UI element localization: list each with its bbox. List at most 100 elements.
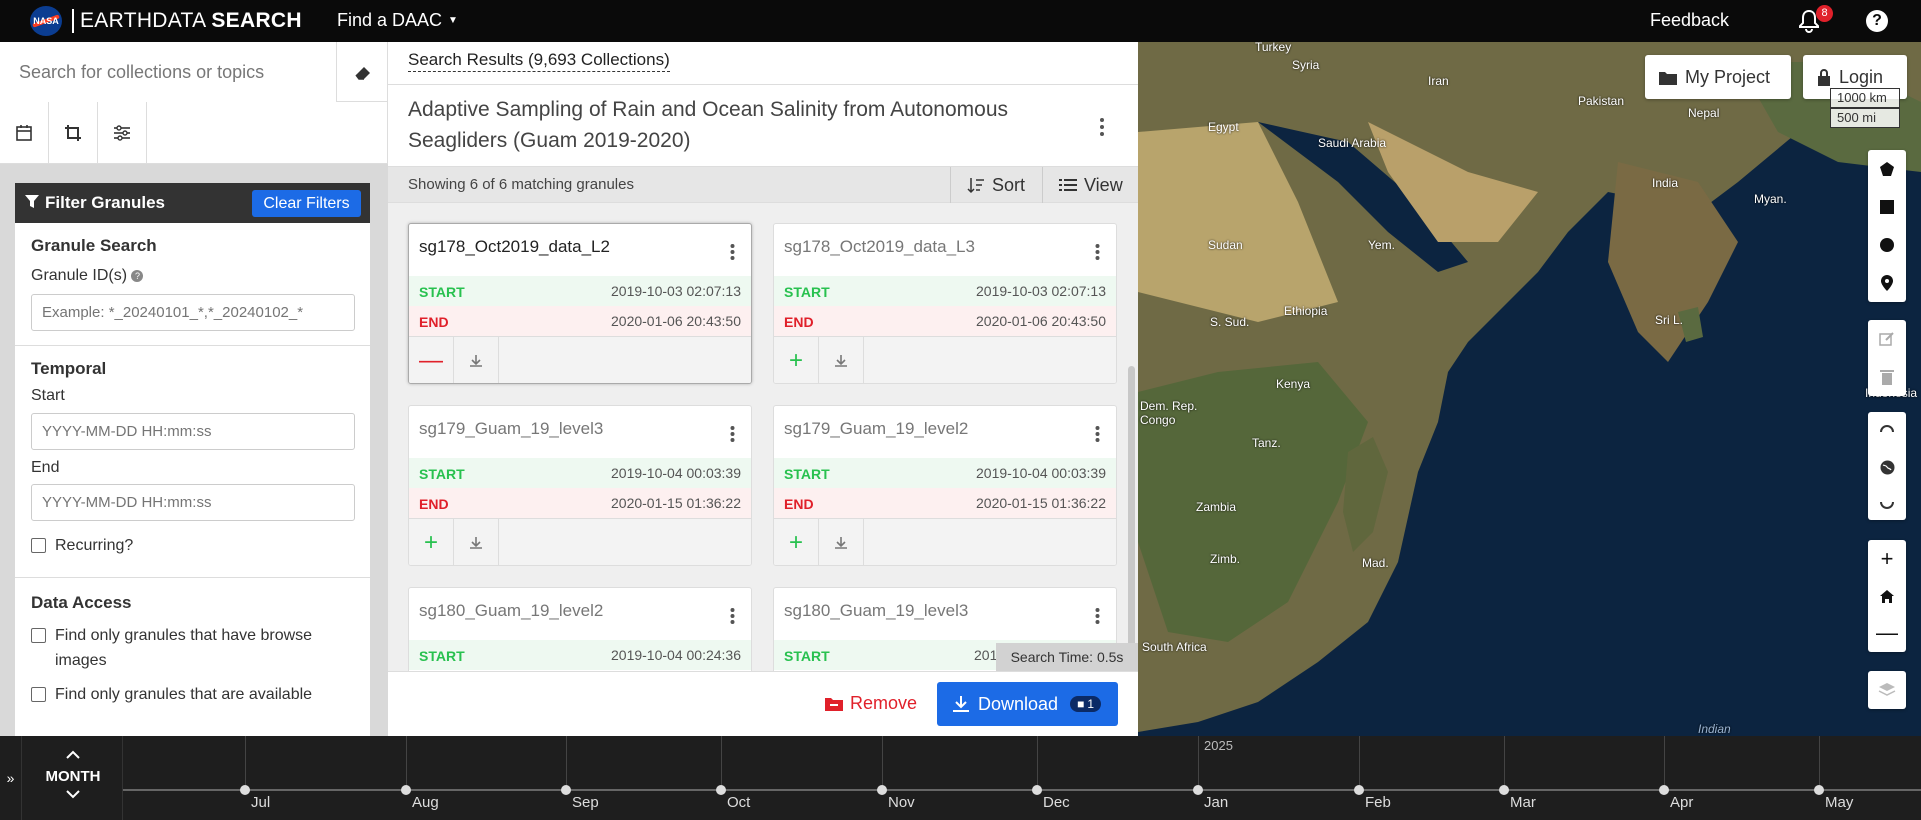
- add-granule-button[interactable]: +: [409, 519, 454, 565]
- timeline-month-label: Apr: [1670, 794, 1694, 811]
- home-button[interactable]: [1868, 577, 1906, 615]
- add-granule-button[interactable]: +: [774, 519, 819, 565]
- divider: [388, 84, 1138, 85]
- remove-collection-button[interactable]: Remove: [825, 693, 917, 714]
- timeline-tick: [1819, 736, 1820, 789]
- download-granule-button[interactable]: [819, 337, 864, 383]
- circle-tool[interactable]: [1868, 226, 1906, 264]
- eraser-icon[interactable]: [353, 62, 373, 82]
- more-options-icon[interactable]: [730, 607, 735, 625]
- timeline-month-label: Jul: [251, 794, 271, 811]
- timeline-month-label: Dec: [1043, 794, 1070, 811]
- granule-card[interactable]: sg179_Guam_19_level3 START 2019-10-04 00:…: [408, 405, 752, 566]
- collection-search-input[interactable]: [0, 42, 337, 102]
- folder-icon: [1659, 71, 1677, 85]
- start-time: 201: [974, 647, 998, 663]
- map-label: Syria: [1292, 58, 1320, 72]
- geographic-projection[interactable]: [1868, 448, 1906, 486]
- globe-south-icon: [1880, 501, 1894, 509]
- polygon-icon: [1880, 162, 1894, 176]
- start-time: 2019-10-03 02:07:13: [611, 283, 741, 299]
- chevron-down-icon[interactable]: [65, 789, 81, 799]
- granule-card[interactable]: sg178_Oct2019_data_L3 START 2019-10-03 02…: [773, 223, 1117, 384]
- download-granule-button[interactable]: [454, 337, 499, 383]
- folder-minus-icon: [825, 698, 843, 711]
- timeline-track[interactable]: 2025 Jul Aug Sep Oct Nov Dec Jan Feb Mar…: [123, 736, 1921, 820]
- more-options-icon[interactable]: [1095, 243, 1100, 261]
- globe-icon: [1880, 460, 1894, 474]
- end-row: END 2020-01-06 20:43:50: [409, 306, 751, 336]
- granule-card[interactable]: sg180_Guam_19_level2 START 2019-10-04 00:…: [408, 587, 752, 671]
- download-granule-button[interactable]: [454, 519, 499, 565]
- app-title[interactable]: EARTHDATA SEARCH: [80, 9, 302, 33]
- start-row: START 2019-10-04 00:03:39: [409, 458, 751, 488]
- sliders-icon: [114, 124, 130, 141]
- info-icon[interactable]: ?: [131, 269, 144, 282]
- collapse-timeline-button[interactable]: »: [0, 736, 22, 820]
- layers-button[interactable]: [1868, 671, 1906, 709]
- projection-tools: [1868, 412, 1906, 520]
- divider: [15, 577, 370, 578]
- recurring-label: Recurring?: [55, 537, 134, 554]
- clear-filters-button[interactable]: Clear Filters: [252, 190, 361, 217]
- find-daac-menu[interactable]: Find a DAAC ▼: [337, 10, 458, 31]
- view-button[interactable]: View: [1042, 167, 1138, 203]
- download-button[interactable]: Download ■ 1: [937, 682, 1118, 726]
- search-results-link[interactable]: Search Results (9,693 Collections): [408, 50, 670, 72]
- plus-icon: +: [423, 529, 438, 556]
- point-tool[interactable]: [1868, 264, 1906, 302]
- zoom-in-button[interactable]: +: [1868, 540, 1906, 578]
- project-count-badge: ■ 1: [1070, 696, 1101, 712]
- nasa-logo[interactable]: NASA: [30, 6, 62, 36]
- map-label: Tanz.: [1252, 436, 1281, 450]
- timeline-dot: [1354, 785, 1364, 795]
- sort-button[interactable]: Sort: [950, 167, 1042, 203]
- more-options-icon[interactable]: [1095, 425, 1100, 443]
- granule-count-text: Showing 6 of 6 matching granules: [408, 176, 634, 193]
- download-icon: [835, 355, 847, 367]
- more-options-icon[interactable]: [730, 425, 735, 443]
- remove-granule-button[interactable]: —: [409, 337, 454, 383]
- more-options-icon[interactable]: [1099, 117, 1105, 137]
- download-granule-button[interactable]: [819, 519, 864, 565]
- edit-shape-tool[interactable]: [1868, 320, 1906, 358]
- my-project-button[interactable]: My Project: [1645, 55, 1791, 99]
- more-options-icon[interactable]: [730, 243, 735, 261]
- delete-shape-tool[interactable]: [1868, 358, 1906, 396]
- timeline-tick: [882, 736, 883, 789]
- granule-card[interactable]: sg179_Guam_19_level2 START 2019-10-04 00:…: [773, 405, 1117, 566]
- map-label: Turkey: [1255, 42, 1292, 54]
- advanced-filters-button[interactable]: [98, 102, 147, 163]
- granule-name: sg180_Guam_19_level2: [419, 601, 604, 620]
- results-footer: Remove Download ■ 1: [388, 671, 1138, 736]
- granule-ids-input[interactable]: [31, 294, 355, 331]
- folder-icon: ■: [1077, 697, 1085, 711]
- granule-card[interactable]: sg178_Oct2019_data_L2 START 2019-10-03 02…: [408, 223, 752, 384]
- north-polar-projection[interactable]: [1868, 412, 1906, 450]
- granule-list-scrollbar[interactable]: [1128, 366, 1135, 671]
- collection-search-bar: [0, 42, 388, 102]
- timeline: » MONTH 2025 Jul Aug Sep Oct Nov Dec Jan: [0, 736, 1921, 820]
- temporal-filter-button[interactable]: [0, 102, 49, 163]
- browse-images-checkbox[interactable]: [31, 628, 46, 643]
- timeline-month-label: Jan: [1204, 794, 1229, 811]
- add-granule-button[interactable]: +: [774, 337, 819, 383]
- granule-actions: +: [774, 336, 1116, 383]
- feedback-link[interactable]: Feedback: [1650, 10, 1729, 31]
- start-date-input[interactable]: [31, 413, 355, 450]
- polygon-tool[interactable]: [1868, 150, 1906, 188]
- south-polar-projection[interactable]: [1868, 484, 1906, 522]
- more-options-icon[interactable]: [1095, 607, 1100, 625]
- globe-north-icon: [1880, 425, 1894, 433]
- zoom-out-button[interactable]: —: [1868, 614, 1906, 652]
- help-icon[interactable]: ?: [1866, 10, 1888, 32]
- spatial-filter-button[interactable]: [49, 102, 98, 163]
- online-access-checkbox[interactable]: [31, 687, 46, 702]
- chevron-up-icon[interactable]: [65, 750, 81, 760]
- map-label: India: [1652, 176, 1679, 190]
- end-date-input[interactable]: [31, 484, 355, 521]
- double-chevron-down-icon: »: [6, 770, 15, 786]
- rectangle-tool[interactable]: [1868, 188, 1906, 226]
- recurring-checkbox[interactable]: [31, 538, 46, 553]
- map-view[interactable]: Turkey Syria Iran Pakistan Nepal Egypt S…: [1138, 42, 1921, 736]
